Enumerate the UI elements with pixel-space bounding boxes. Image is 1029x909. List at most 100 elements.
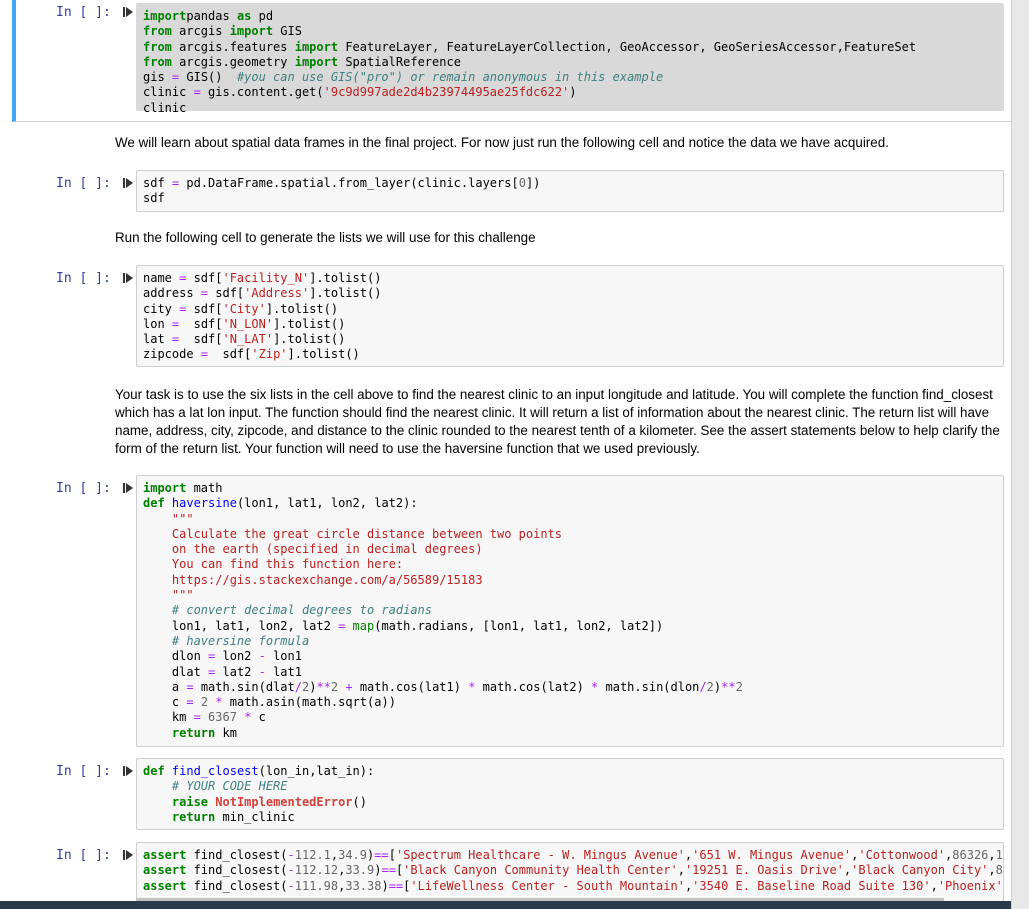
run-cell-icon[interactable]: [122, 849, 134, 861]
code-token: arcgis.geometry: [171, 54, 295, 69]
code-token: ,: [988, 848, 996, 862]
code-token: 'Spectrum Healthcare - W. Mingus Avenue': [395, 848, 685, 862]
code-token: as: [236, 9, 252, 23]
run-cell-icon[interactable]: [122, 177, 134, 189]
code-token: [: [388, 848, 396, 862]
code-token: **: [316, 679, 331, 694]
code-token: **: [721, 679, 736, 694]
code-token: lon1, lat1, lon2, lat2: [143, 618, 339, 633]
code-token: (): [352, 794, 367, 809]
code-token: ].tolist(): [287, 347, 360, 362]
code-token: from: [143, 39, 172, 54]
code-token: NotImplementedError: [215, 794, 353, 809]
code-token: 'Address': [244, 286, 310, 301]
run-cell-icon[interactable]: [122, 765, 134, 777]
code-token: GIS(): [179, 70, 237, 85]
code-token: =: [200, 286, 209, 301]
run-cell-icon[interactable]: [122, 482, 134, 494]
code-token: #you can use GIS("pro") or remain anonym…: [236, 70, 664, 85]
code-editor[interactable]: import math def haversine(lon1, lat1, lo…: [137, 476, 1003, 746]
run-cell-icon[interactable]: [122, 272, 134, 284]
code-token: sdf[: [208, 286, 245, 301]
code-input[interactable]: def find_closest(lon_in,lat_in): # YOUR …: [136, 758, 1004, 830]
code-input[interactable]: import math def haversine(lon1, lat1, lo…: [136, 475, 1004, 747]
code-token: 0: [518, 176, 526, 190]
code-token: # haversine formula: [171, 633, 310, 648]
code-token: lat2: [215, 664, 259, 679]
code-token: km: [215, 725, 237, 740]
code-token: find_closest: [171, 764, 259, 778]
code-token: math.cos(lat1): [352, 679, 469, 694]
code-editor[interactable]: sdf = pd.DataFrame.spatial.from_layer(cl…: [137, 171, 1003, 212]
code-token: You can find this function here:: [143, 557, 404, 572]
code-token: 86326: [952, 848, 989, 862]
code-token: 18.9: [995, 848, 1003, 862]
code-token: ==: [388, 878, 404, 893]
code-token: sdf: [143, 176, 172, 190]
code-token: ].tolist(): [309, 271, 382, 285]
code-editor[interactable]: def find_closest(lon_in,lat_in): # YOUR …: [137, 759, 1003, 830]
run-cell-icon[interactable]: [122, 6, 134, 18]
code-token: sdf[: [186, 271, 223, 285]
code-token: import: [294, 39, 339, 54]
code-token: dlat: [143, 664, 209, 679]
code-token: assert: [143, 863, 187, 878]
code-token: 'Cottonwood': [858, 848, 946, 862]
code-token: 2: [706, 679, 714, 694]
code-token: dlon: [143, 649, 209, 664]
code-token: import: [143, 9, 187, 23]
code-token: ].tolist(): [309, 286, 382, 301]
code-token: lon: [143, 316, 172, 331]
code-token: a: [143, 679, 187, 694]
code-editor[interactable]: name = sdf['Facility_N'].tolist() addres…: [137, 266, 1003, 368]
code-token: 'Phoenix': [937, 878, 1003, 893]
code-token: # convert decimal degrees to radians: [171, 603, 432, 618]
code-token: -: [287, 848, 295, 862]
code-input[interactable]: importpandas as pd from arcgis import GI…: [136, 3, 1004, 115]
code-token: math.sin(dlat: [193, 679, 295, 694]
code-input[interactable]: sdf = pd.DataFrame.spatial.from_layer(cl…: [136, 170, 1004, 212]
cell-prompt: In [ ]:: [56, 481, 111, 496]
code-token: sdf: [143, 191, 165, 206]
code-token: 'Facility_N': [222, 271, 310, 285]
code-token: lat: [143, 332, 172, 347]
code-token: 'LifeWellness Center - South Mountain': [410, 878, 685, 893]
code-token: -: [258, 664, 266, 679]
code-token: zipcode: [143, 347, 201, 362]
code-token: -: [287, 878, 295, 893]
code-token: math.asin(math.sqrt(a)): [222, 695, 396, 710]
code-token: c: [251, 710, 266, 725]
code-token: 'N_LON': [222, 316, 274, 331]
code-token: ): [381, 878, 389, 893]
code-editor[interactable]: assert find_closest(-112.1,34.9)==['Spec…: [137, 843, 1003, 899]
code-token: km: [143, 710, 194, 725]
code-token: sdf[: [208, 347, 252, 362]
code-token: ): [569, 85, 577, 100]
code-input[interactable]: name = sdf['Facility_N'].tolist() addres…: [136, 265, 1004, 367]
code-token: from: [143, 24, 172, 39]
vertical-scrollbar[interactable]: [1011, 0, 1029, 909]
code-token: """: [143, 588, 194, 603]
notebook-page: In [ ]: importpandas as pd from arcgis i…: [0, 0, 1029, 909]
code-editor[interactable]: importpandas as pd from arcgis import GI…: [137, 4, 1003, 121]
code-token: math: [186, 481, 223, 495]
code-token: *: [215, 695, 223, 710]
code-token: return: [171, 725, 216, 740]
code-token: map: [352, 618, 375, 633]
code-token: math.sin(dlon: [598, 679, 700, 694]
code-token: clinic: [143, 85, 194, 100]
code-token: find_closest(: [186, 878, 288, 893]
code-token: haversine: [171, 496, 237, 511]
code-token: math.cos(lat2): [475, 679, 592, 694]
code-token: assert: [143, 848, 187, 862]
code-token: pandas: [186, 9, 237, 23]
